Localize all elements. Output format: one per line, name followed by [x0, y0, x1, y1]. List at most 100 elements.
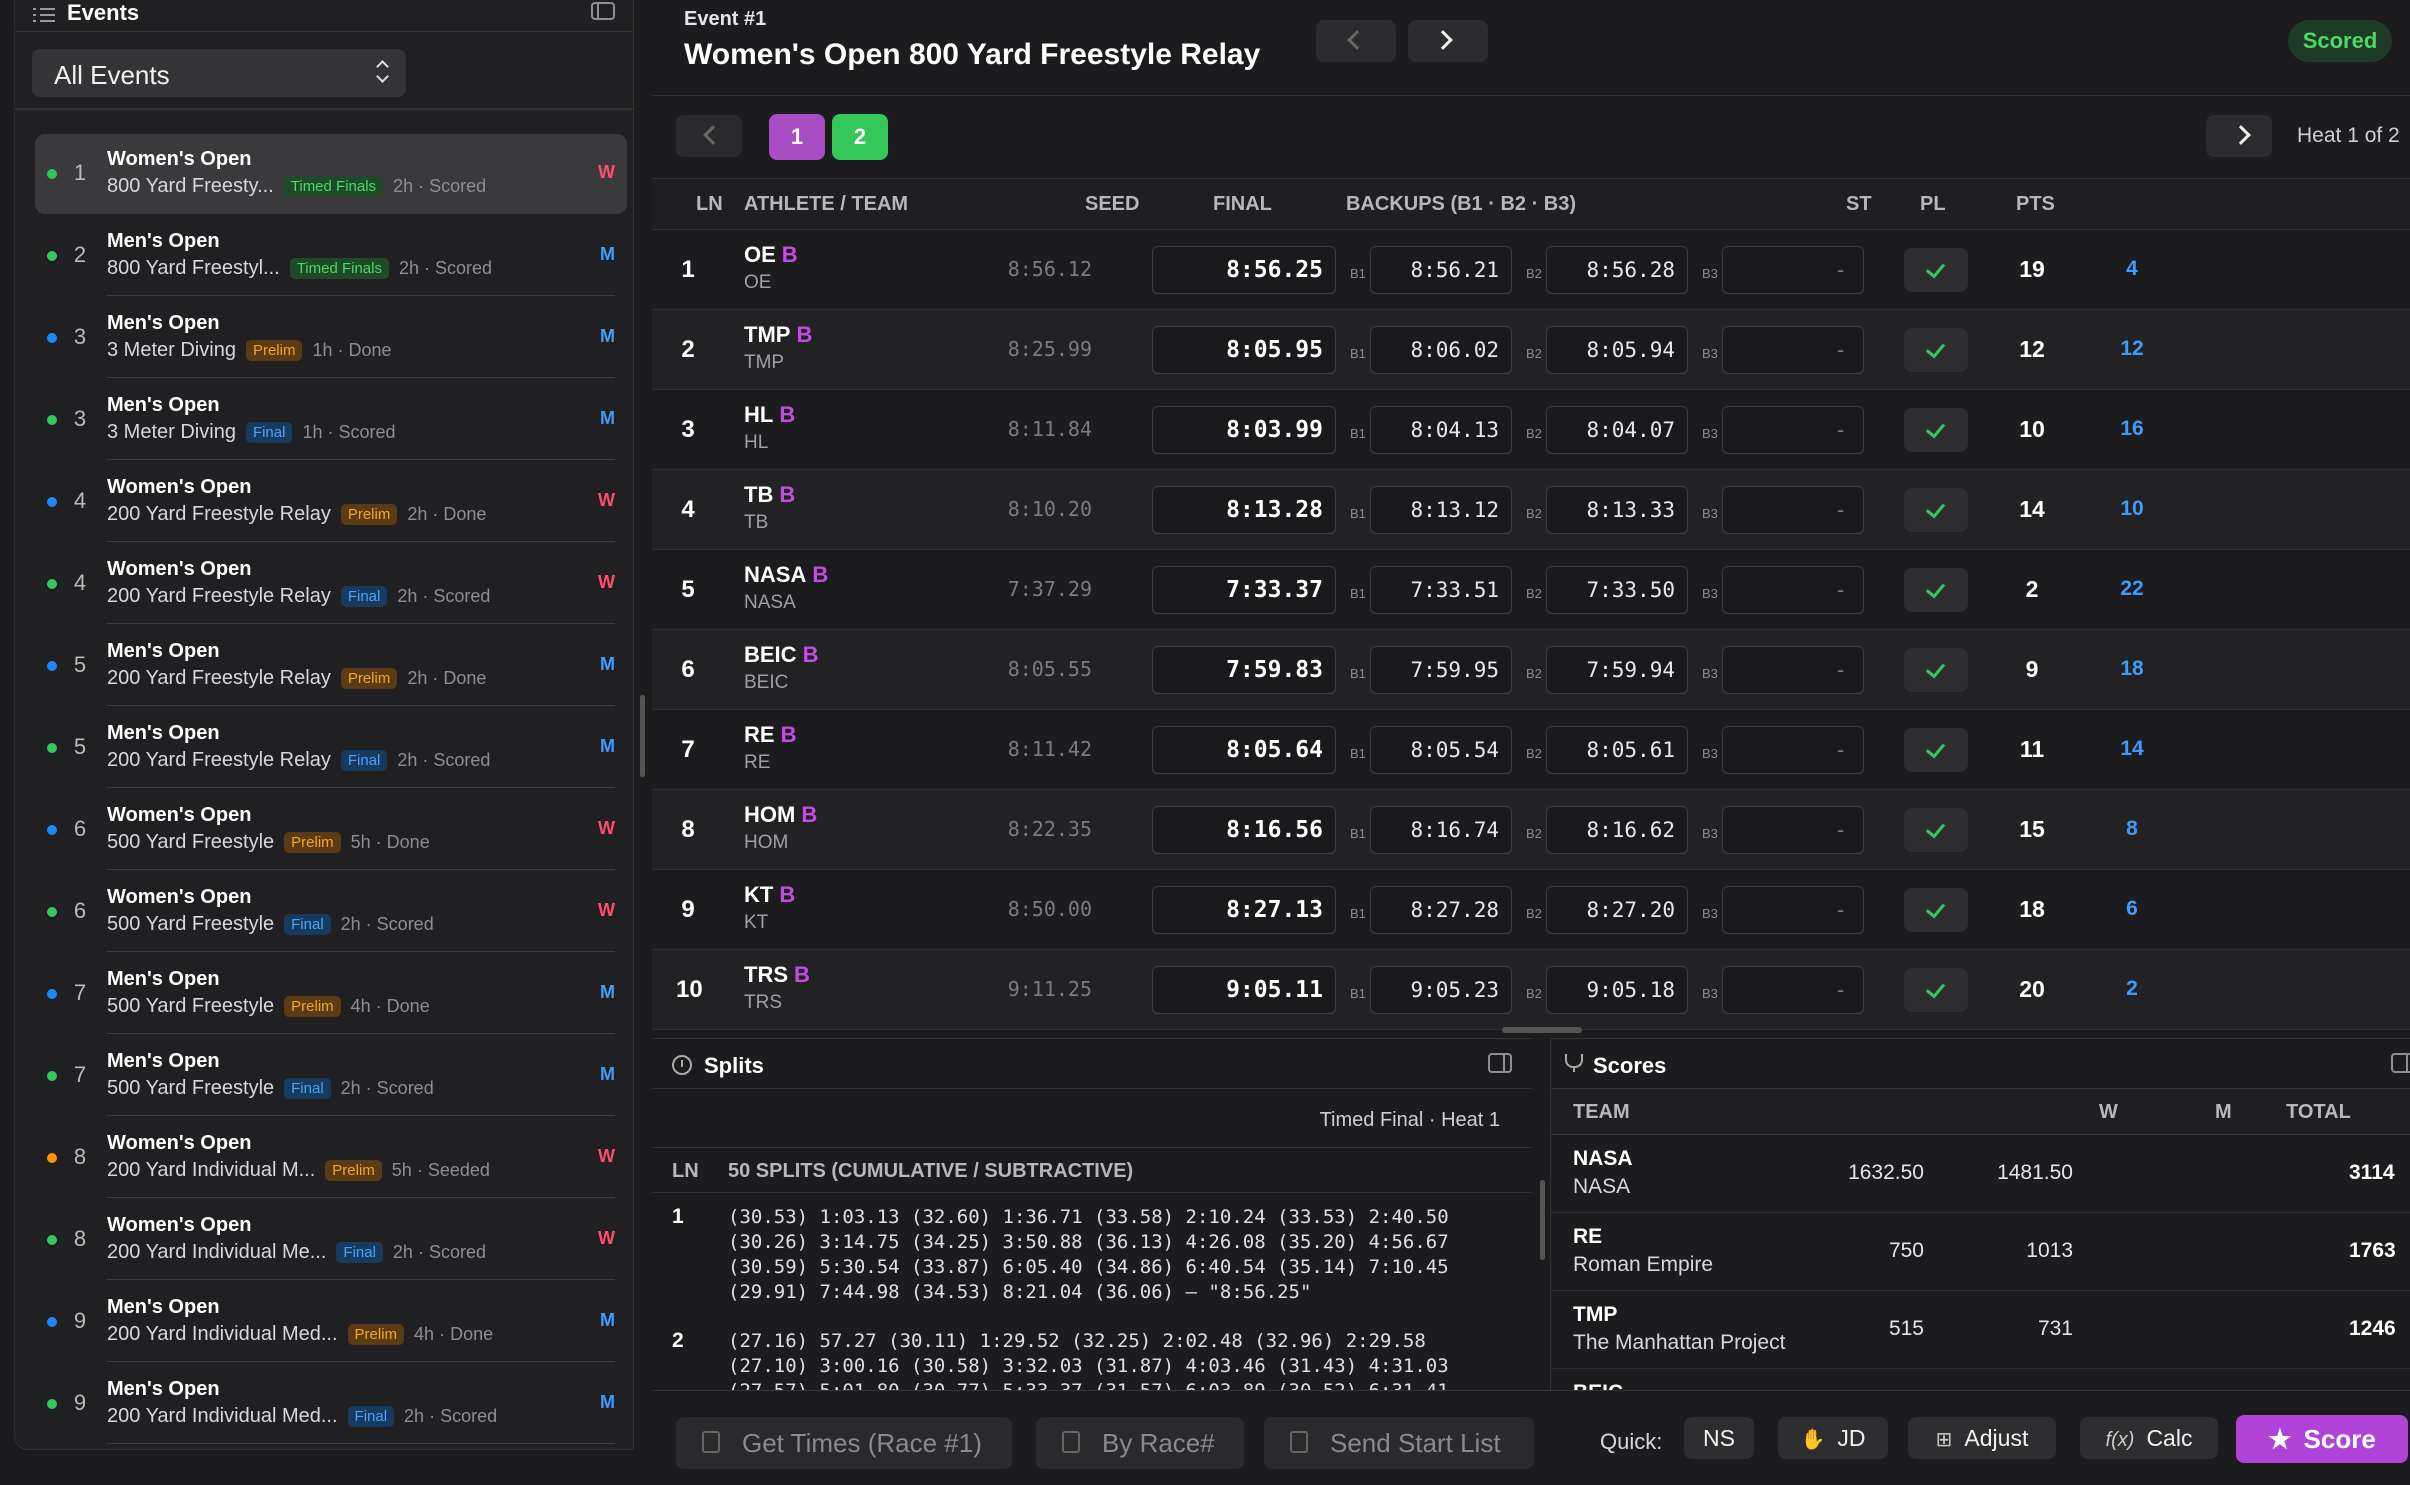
splits-scrollbar[interactable]: [1540, 1180, 1545, 1260]
event-list-item[interactable]: 3 Men's Open 3 Meter Diving Final 1h · Score…: [35, 380, 627, 460]
place-confirm-checkbox[interactable]: [1904, 488, 1968, 532]
place-confirm-checkbox[interactable]: [1904, 648, 1968, 692]
place-confirm-checkbox[interactable]: [1904, 968, 1968, 1012]
backup-b2-field[interactable]: 8:16.62: [1546, 806, 1688, 854]
backup-b3-field[interactable]: -: [1722, 486, 1864, 534]
heat-2-button[interactable]: 2: [832, 114, 888, 160]
final-time-field[interactable]: 8:03.99: [1152, 406, 1336, 454]
event-list-item[interactable]: 2 Men's Open 800 Yard Freestyl... Timed Fin…: [35, 216, 627, 296]
backup-b2-field[interactable]: 8:05.94: [1546, 326, 1688, 374]
place-confirm-checkbox[interactable]: [1904, 568, 1968, 612]
final-time-field[interactable]: 7:33.37: [1152, 566, 1336, 614]
backup-b1-field[interactable]: 8:56.21: [1370, 246, 1512, 294]
prev-heat-button[interactable]: [676, 115, 742, 157]
gender-badge: W: [598, 162, 615, 182]
event-list-item[interactable]: 9 Men's Open 200 Yard Individual Med... Pre…: [35, 1282, 627, 1362]
backup-b2-field[interactable]: 8:27.20: [1546, 886, 1688, 934]
backup-b3-field[interactable]: -: [1722, 726, 1864, 774]
event-list-item[interactable]: 6 Women's Open 500 Yard Freestyle Prelim 5h …: [35, 790, 627, 870]
backup-b3-field[interactable]: -: [1722, 806, 1864, 854]
event-list-item[interactable]: 1 Women's Open 800 Yard Freesty... Timed Fi…: [35, 134, 627, 214]
event-list-item[interactable]: 10Women's OpenW: [35, 1446, 627, 1449]
place-confirm-checkbox[interactable]: [1904, 808, 1968, 852]
backup-b2-field[interactable]: 8:13.33: [1546, 486, 1688, 534]
get-times-button[interactable]: Get Times (Race #1): [676, 1417, 1012, 1469]
seed-time: 8:11.84: [1007, 417, 1092, 441]
event-list-item[interactable]: 5 Men's Open 200 Yard Freestyle Relay Final…: [35, 708, 627, 788]
backup-b2-field[interactable]: 9:05.18: [1546, 966, 1688, 1014]
next-event-button[interactable]: [1408, 20, 1488, 62]
event-list-item[interactable]: 7 Men's Open 500 Yard Freestyle Final 2h · S…: [35, 1036, 627, 1116]
place-confirm-checkbox[interactable]: [1904, 888, 1968, 932]
event-list-item[interactable]: 3 Men's Open 3 Meter Diving Prelim 1h · Done…: [35, 298, 627, 378]
backup-b2-field[interactable]: 7:59.94: [1546, 646, 1688, 694]
prev-event-button[interactable]: [1316, 20, 1396, 62]
heat-1-button[interactable]: 1: [769, 114, 825, 160]
team-sub: BEIC: [744, 672, 789, 693]
backup-b2-field[interactable]: 8:04.07: [1546, 406, 1688, 454]
backup-b2-field[interactable]: 8:05.61: [1546, 726, 1688, 774]
backup-b3-field[interactable]: -: [1722, 246, 1864, 294]
event-list-item[interactable]: 6 Women's Open 500 Yard Freestyle Final 2h ·…: [35, 872, 627, 952]
backup-b1-field[interactable]: 8:06.02: [1370, 326, 1512, 374]
final-time-field[interactable]: 7:59.83: [1152, 646, 1336, 694]
backup-b1-field[interactable]: 8:27.28: [1370, 886, 1512, 934]
backup-b1-field[interactable]: 8:04.13: [1370, 406, 1512, 454]
sidebar-toggle-icon[interactable]: [591, 2, 615, 20]
panel-toggle-icon[interactable]: [2391, 1053, 2410, 1073]
points: 4: [2126, 257, 2138, 280]
backup-b2-field[interactable]: 7:33.50: [1546, 566, 1688, 614]
next-heat-button[interactable]: [2206, 115, 2272, 157]
event-list-item[interactable]: 7 Men's Open 500 Yard Freestyle Prelim 4h · …: [35, 954, 627, 1034]
final-time-field[interactable]: 8:27.13: [1152, 886, 1336, 934]
calc-button[interactable]: f(x) Calc: [2080, 1417, 2218, 1459]
splits-col-splits: 50 SPLITS (CUMULATIVE / SUBTRACTIVE): [728, 1160, 1134, 1182]
backup-b3-field[interactable]: -: [1722, 966, 1864, 1014]
place-confirm-checkbox[interactable]: [1904, 408, 1968, 452]
event-list-item[interactable]: 4 Women's Open 200 Yard Freestyle Relay Fin…: [35, 544, 627, 624]
backup-b3-field[interactable]: -: [1722, 886, 1864, 934]
backup-b3-field[interactable]: -: [1722, 406, 1864, 454]
divider: [652, 95, 2410, 96]
sidebar-scrollbar[interactable]: [640, 695, 645, 777]
adjust-button[interactable]: ⊞ Adjust: [1908, 1417, 2056, 1459]
place-confirm-checkbox[interactable]: [1904, 728, 1968, 772]
backup-b1-field[interactable]: 7:33.51: [1370, 566, 1512, 614]
backup-b1-field[interactable]: 7:59.95: [1370, 646, 1512, 694]
event-list-item[interactable]: 4 Women's Open 200 Yard Freestyle Relay Pre…: [35, 462, 627, 542]
backup-label: B1: [1350, 426, 1366, 441]
score-button[interactable]: ★ Score: [2236, 1415, 2408, 1463]
place-confirm-checkbox[interactable]: [1904, 248, 1968, 292]
event-detail-row: 500 Yard Freestyle Final 2h · Scored: [107, 913, 434, 936]
col-st: ST: [1846, 193, 1872, 215]
backup-b1-field[interactable]: 8:13.12: [1370, 486, 1512, 534]
backup-b2-field[interactable]: 8:56.28: [1546, 246, 1688, 294]
place-confirm-checkbox[interactable]: [1904, 328, 1968, 372]
pane-resize-handle[interactable]: [1502, 1027, 1582, 1033]
backup-b1-field[interactable]: 9:05.23: [1370, 966, 1512, 1014]
final-time-field[interactable]: 9:05.11: [1152, 966, 1336, 1014]
backup-b1-field[interactable]: 8:16.74: [1370, 806, 1512, 854]
jd-button[interactable]: ✋ JD: [1778, 1417, 1888, 1459]
backup-b3-field[interactable]: -: [1722, 326, 1864, 374]
by-race-button[interactable]: By Race#: [1036, 1417, 1244, 1469]
final-time-field[interactable]: 8:16.56: [1152, 806, 1336, 854]
event-list-item[interactable]: 8 Women's Open 200 Yard Individual M... Pre…: [35, 1118, 627, 1198]
final-time-field[interactable]: 8:05.64: [1152, 726, 1336, 774]
ns-button[interactable]: NS: [1684, 1417, 1754, 1459]
backup-b3-field[interactable]: -: [1722, 646, 1864, 694]
final-time-field[interactable]: 8:13.28: [1152, 486, 1336, 534]
final-time-field[interactable]: 8:56.25: [1152, 246, 1336, 294]
team-code: HOM: [744, 802, 796, 827]
event-list-item[interactable]: 5 Men's Open 200 Yard Freestyle Relay Preli…: [35, 626, 627, 706]
event-list-item[interactable]: 9 Men's Open 200 Yard Individual Med... Fin…: [35, 1364, 627, 1444]
backup-b3-field[interactable]: -: [1722, 566, 1864, 614]
final-time-field[interactable]: 8:05.95: [1152, 326, 1336, 374]
panel-toggle-icon[interactable]: [1488, 1053, 1512, 1073]
send-start-list-button[interactable]: Send Start List: [1264, 1417, 1534, 1469]
event-filter-select[interactable]: All Events: [32, 49, 406, 97]
event-list-item[interactable]: 8 Women's Open 200 Yard Individual Me... Fi…: [35, 1200, 627, 1280]
event-name: 3 Meter Diving: [107, 339, 236, 361]
backup-b1-field[interactable]: 8:05.54: [1370, 726, 1512, 774]
splits-panel: Splits Timed Final · Heat 1 LN 50 SPLITS…: [652, 1038, 1532, 1402]
